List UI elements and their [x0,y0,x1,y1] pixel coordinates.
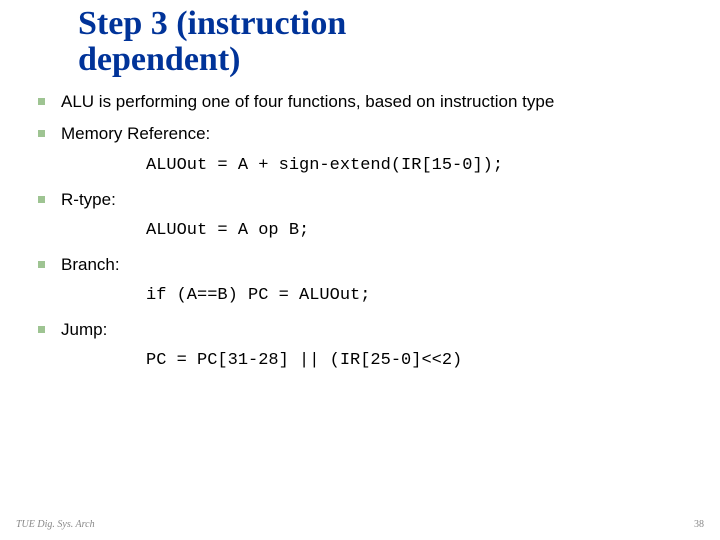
square-bullet-icon [38,261,45,268]
slide-title-line2: dependent) [78,41,240,78]
square-bullet-icon [38,326,45,333]
slide-title: Step 3 (instruction dependent) [0,0,720,91]
list-item: Branch: [38,254,720,276]
square-bullet-icon [38,196,45,203]
footer-source: TUE Dig. Sys. Arch [16,519,95,530]
slide-title-line1: Step 3 (instruction [78,5,346,42]
list-item-label: R-type: [61,189,116,211]
list-item-label: ALU is performing one of four functions,… [61,91,554,113]
square-bullet-icon [38,98,45,105]
code-line: ALUOut = A + sign-extend(IR[15-0]); [38,156,720,175]
list-item-label: Jump: [61,319,107,341]
list-item: ALU is performing one of four functions,… [38,91,720,113]
list-item: Memory Reference: [38,123,720,145]
code-line: PC = PC[31-28] || (IR[25-0]<<2) [38,351,720,370]
list-item-label: Branch: [61,254,120,276]
code-line: if (A==B) PC = ALUOut; [38,286,720,305]
list-item: R-type: [38,189,720,211]
square-bullet-icon [38,130,45,137]
page-number: 38 [694,519,704,530]
list-item-label: Memory Reference: [61,123,210,145]
list-item: Jump: [38,319,720,341]
bullet-list: ALU is performing one of four functions,… [0,91,720,369]
code-line: ALUOut = A op B; [38,221,720,240]
